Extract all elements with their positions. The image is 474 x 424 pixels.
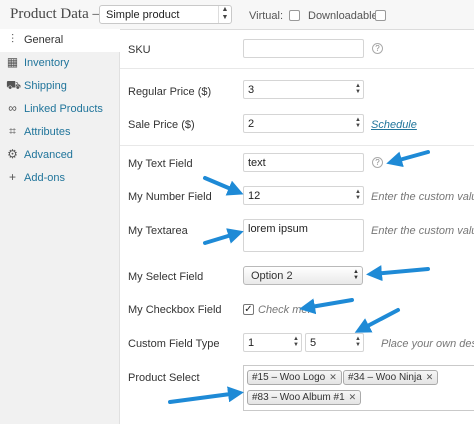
arrow-icon (386, 150, 430, 168)
arrow-icon (354, 308, 400, 333)
arrow-icon (203, 176, 244, 196)
arrow-icon (168, 386, 244, 404)
arrow-icon (299, 298, 354, 315)
annotation-arrows (168, 150, 430, 404)
arrow-icon (366, 265, 430, 282)
arrow-icon (203, 228, 244, 245)
